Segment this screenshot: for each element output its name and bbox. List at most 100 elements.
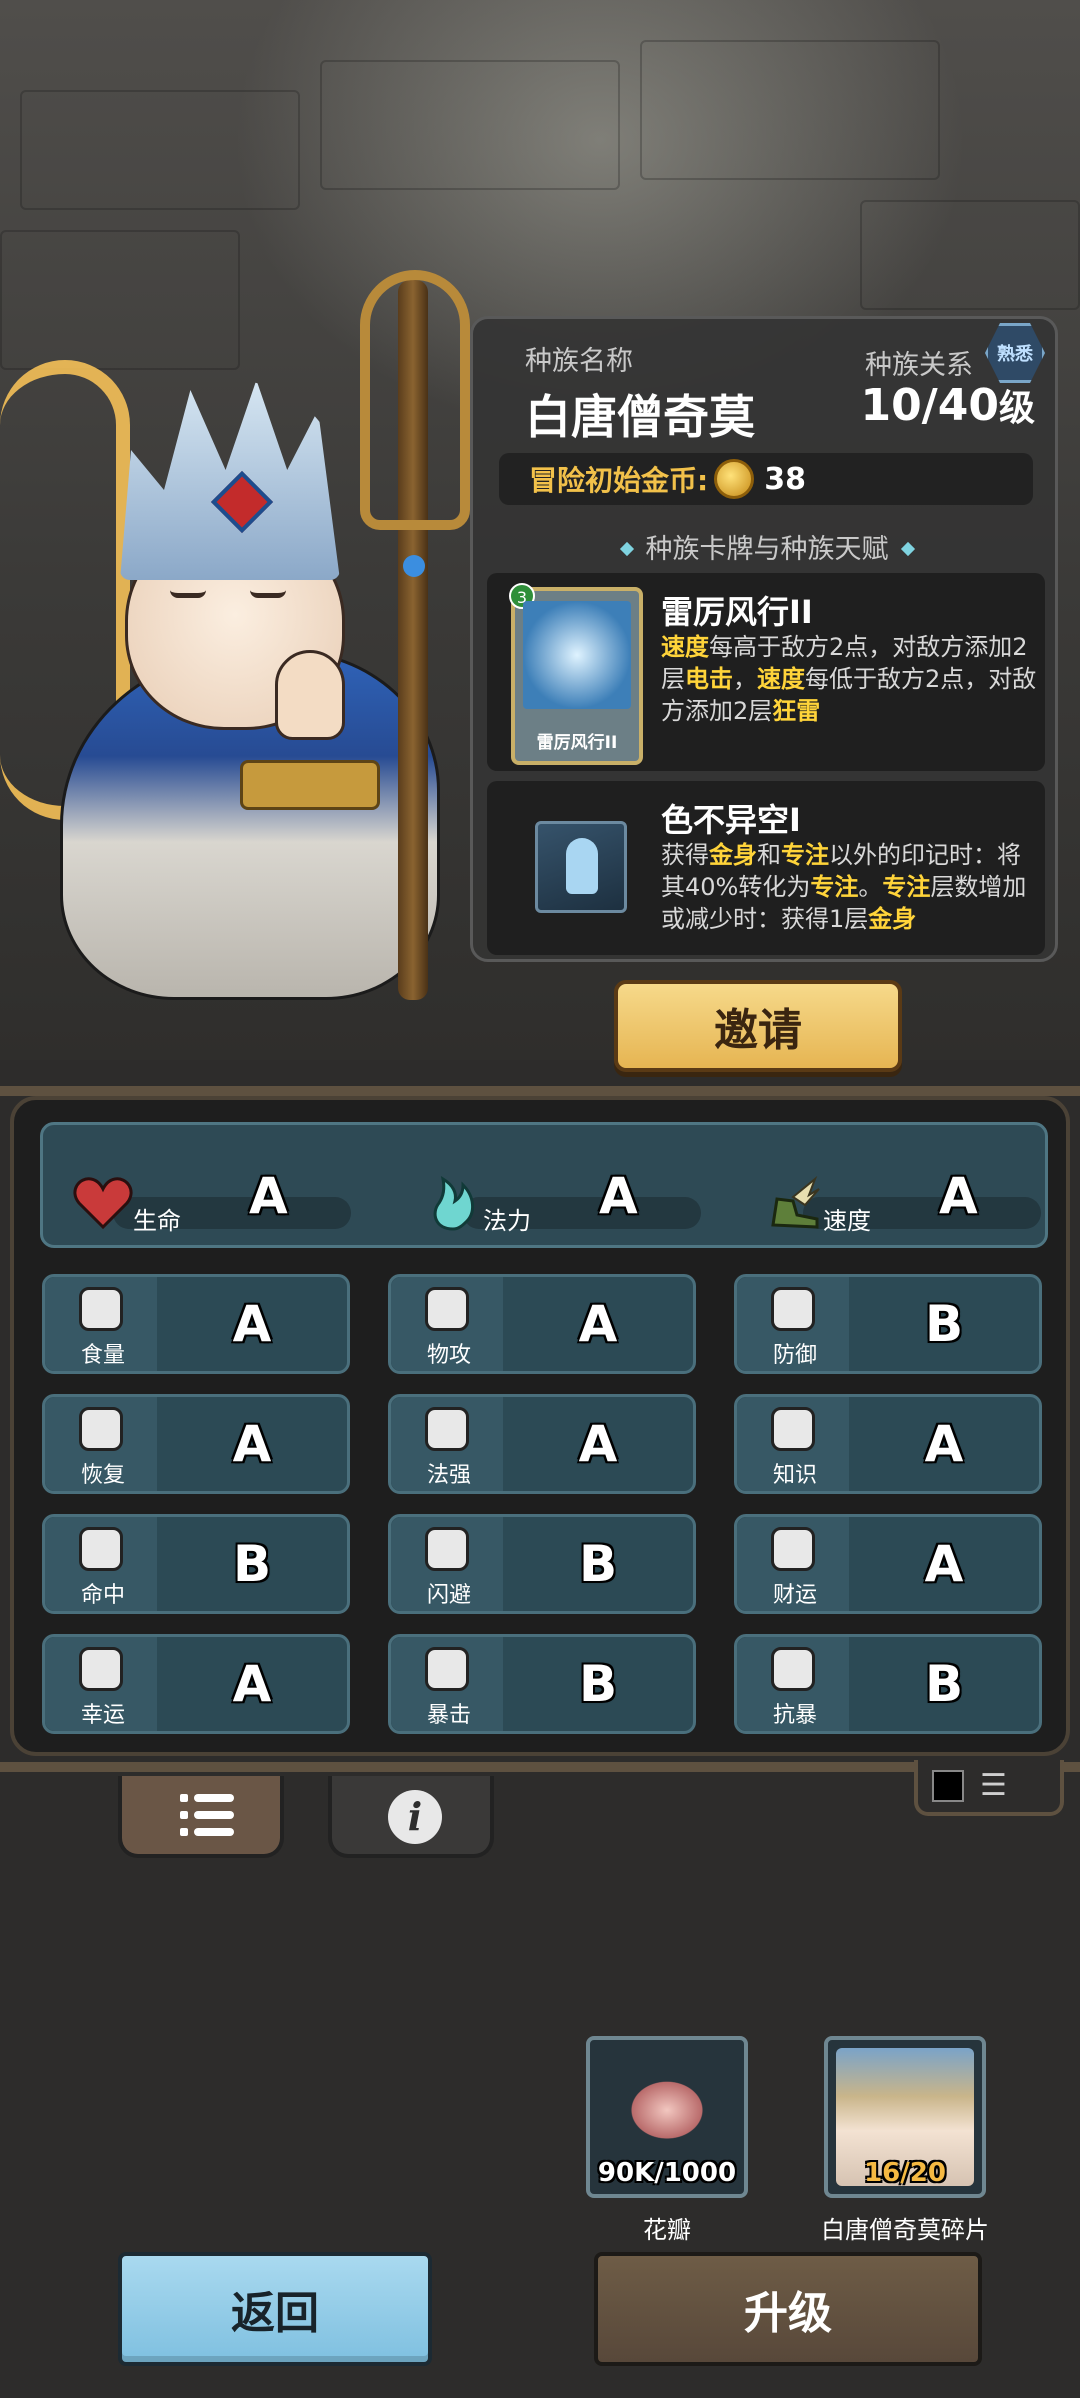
search-list-icon[interactable]: ☰ [980, 1768, 1007, 1803]
stat-label: 法强 [426, 1463, 471, 1488]
race-level: 10/40级 [860, 379, 1035, 431]
stat-icon-box: 财运 [737, 1517, 849, 1611]
start-coin-label: 冒险初始金币: [529, 464, 709, 497]
stat-grade: A [232, 1415, 272, 1473]
stat-label: 闪避 [426, 1583, 471, 1608]
stat-physical-attack[interactable]: 物攻 A [388, 1274, 696, 1374]
stat-magic-power[interactable]: 法强 A [388, 1394, 696, 1494]
gold-coin-icon [714, 459, 755, 499]
stat-label: 财运 [772, 1583, 817, 1608]
staff-gem [403, 555, 425, 577]
stat-icon-box: 暴击 [391, 1637, 503, 1731]
kw-thunder: 狂雷 [772, 697, 821, 725]
material-count: 16/20 [864, 2158, 946, 2188]
material-shard[interactable]: 16/20 [824, 2036, 986, 2198]
kw-focus: 专注 [882, 873, 931, 901]
heart-plus-icon [79, 1407, 123, 1451]
main-stat-hp: 生命 A [63, 1159, 363, 1235]
main-stats-row: 生命 A 法力 A 速度 A [40, 1122, 1048, 1248]
clover-icon [79, 1647, 123, 1691]
relation-badge[interactable]: 熟悉 [985, 323, 1045, 383]
staff-head [360, 270, 470, 530]
talent-title: 色不异空I [661, 801, 801, 839]
stat-recovery[interactable]: 恢复 A [42, 1394, 350, 1494]
back-button[interactable]: 返回 [118, 2252, 432, 2366]
stat-icon-box: 幸运 [45, 1637, 157, 1731]
invite-button[interactable]: 邀请 [614, 980, 902, 1072]
praying-hands [275, 650, 345, 740]
diamond-icon [619, 541, 634, 557]
main-stat-label: 速度 [823, 1207, 871, 1235]
stat-accuracy[interactable]: 命中 B [42, 1514, 350, 1614]
material-name: 白唐僧奇莫碎片 [821, 2216, 989, 2244]
main-stat-grade: A [249, 1167, 288, 1225]
shield-crest-icon [771, 1647, 815, 1691]
stat-grade: A [232, 1295, 272, 1353]
kw-focus: 专注 [810, 873, 859, 901]
stat-icon-box: 防御 [737, 1277, 849, 1371]
main-stat-grade: A [599, 1167, 638, 1225]
belt [240, 760, 380, 810]
main-stat-speed: 速度 A [753, 1159, 1053, 1235]
stat-grade: B [924, 1295, 964, 1353]
stat-icon-box: 闪避 [391, 1517, 503, 1611]
stat-knowledge[interactable]: 知识 A [734, 1394, 1042, 1494]
kw-speed: 速度 [661, 633, 709, 661]
tab-info[interactable]: i [328, 1776, 494, 1858]
stat-label: 恢复 [80, 1463, 125, 1488]
stat-label: 物攻 [426, 1343, 471, 1368]
stat-label: 幸运 [80, 1703, 125, 1728]
sword-icon [425, 1287, 469, 1331]
material-petal[interactable]: 90K/1000 [586, 2036, 748, 2198]
card-name: 雷厉风行II [536, 733, 618, 753]
dodge-arrow-icon [425, 1527, 469, 1571]
coin-icon [771, 1527, 815, 1571]
view-toggle[interactable]: ☰ [914, 1760, 1064, 1816]
book-icon [771, 1407, 815, 1451]
card-skill-desc: 速度每高于敌方2点，对敌方添加2层电击，速度每低于敌方2点，对敌方添加2层狂雷 [661, 631, 1037, 727]
upgrade-button[interactable]: 升级 [594, 2252, 982, 2366]
desc-text: ， [733, 665, 757, 693]
stat-critical[interactable]: 暴击 B [388, 1634, 696, 1734]
race-name: 白唐僧奇莫 [525, 390, 755, 444]
skill-card[interactable]: 3 雷厉风行II [509, 583, 643, 765]
stat-appetite[interactable]: 食量 A [42, 1274, 350, 1374]
stat-icon-box: 知识 [737, 1397, 849, 1491]
kw-golden-body: 金身 [868, 905, 917, 933]
stomach-icon [79, 1287, 123, 1331]
stat-luck[interactable]: 幸运 A [42, 1634, 350, 1734]
level-value: 10/40 [860, 380, 999, 431]
material-name: 花瓣 [643, 2216, 691, 2244]
desc-text: 获得 [661, 841, 709, 869]
stat-wealth[interactable]: 财运 A [734, 1514, 1042, 1614]
stat-grade: B [578, 1655, 618, 1713]
desc-text: 和 [757, 841, 781, 869]
stat-crit-resist[interactable]: 抗暴 B [734, 1634, 1042, 1734]
stat-grade: A [924, 1535, 964, 1593]
list-icon [180, 1794, 234, 1838]
start-coin-value: 38 [764, 461, 806, 497]
kw-speed: 速度 [757, 665, 805, 693]
staff-icon [425, 1407, 469, 1451]
race-talent[interactable]: 色不异空I 获得金身和专注以外的印记时：将其40%转化为专注。专注层数增加或减少… [487, 781, 1045, 955]
stats-panel: 生命 A 法力 A 速度 A 食量 A 物攻 A 防御 B 恢复 A 法强 A [10, 1096, 1070, 1756]
stat-dodge[interactable]: 闪避 B [388, 1514, 696, 1614]
stat-label: 命中 [80, 1583, 125, 1608]
stat-grade: A [578, 1415, 618, 1473]
desc-text: 。 [858, 873, 883, 901]
kw-shock: 电击 [685, 665, 733, 693]
stat-defense[interactable]: 防御 B [734, 1274, 1042, 1374]
stat-icon-box: 食量 [45, 1277, 157, 1371]
kw-focus: 专注 [781, 841, 829, 869]
stat-label: 暴击 [426, 1703, 471, 1728]
tab-stats-list[interactable] [118, 1776, 284, 1858]
palms-talent-icon [535, 821, 627, 913]
stat-label: 抗暴 [772, 1703, 817, 1728]
stat-label: 食量 [80, 1343, 125, 1368]
main-stat-label: 生命 [133, 1207, 181, 1235]
checkbox-square-icon[interactable] [932, 1770, 964, 1802]
level-unit: 级 [998, 388, 1035, 429]
race-card-skill[interactable]: 3 雷厉风行II 雷厉风行II 速度每高于敌方2点，对敌方添加2层电击，速度每低… [487, 573, 1045, 771]
eye-right [250, 590, 286, 598]
section-title-text: 种族卡牌与种族天赋 [645, 534, 889, 565]
